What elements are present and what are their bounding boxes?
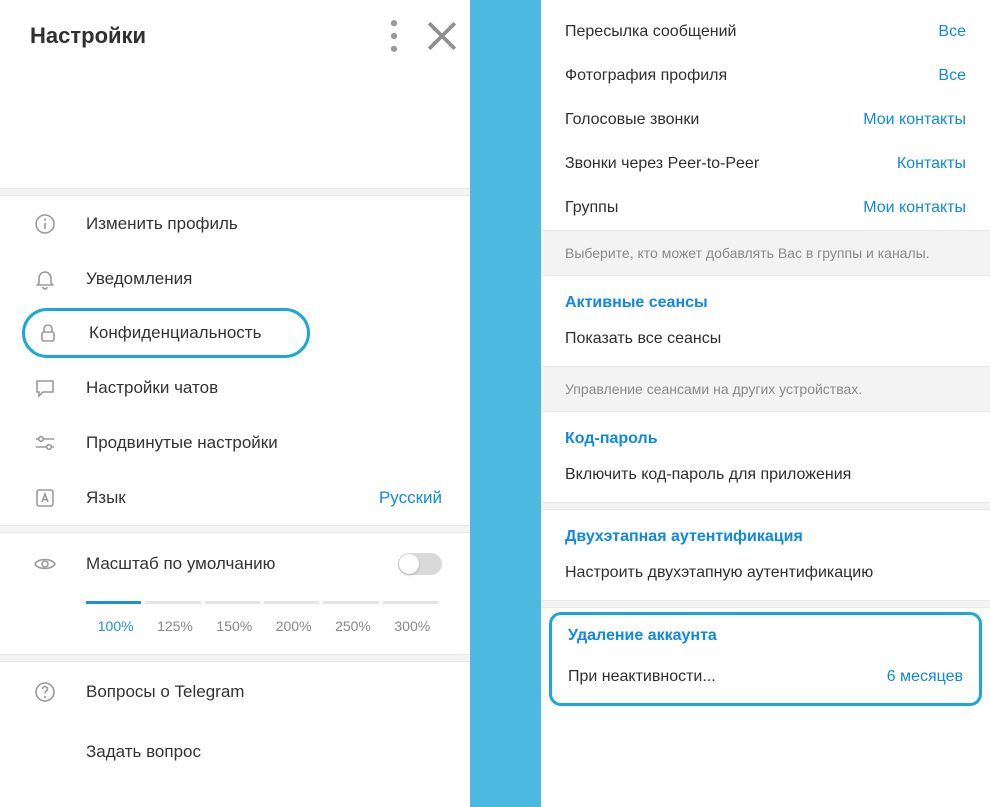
twostep-title: Двухэтапная аутентификация	[541, 510, 990, 558]
more-vertical-icon	[370, 14, 418, 58]
privacy-forwarding-row[interactable]: Пересылка сообщений Все	[541, 10, 990, 54]
row-label: Звонки через Peer-to-Peer	[565, 155, 897, 173]
faq-item[interactable]: Вопросы о Telegram	[0, 662, 470, 722]
delete-account-section: Удаление аккаунта При неактивности... 6 …	[549, 612, 982, 706]
scale-value[interactable]: 250%	[323, 618, 382, 634]
ask-label: Задать вопрос	[86, 742, 442, 762]
show-sessions-button[interactable]: Показать все сеансы	[541, 324, 990, 366]
notifications-item[interactable]: Уведомления	[0, 251, 470, 306]
language-label: Язык	[86, 488, 379, 508]
privacy-photo-row[interactable]: Фотография профиля Все	[541, 54, 990, 98]
help-section: Вопросы о Telegram Задать вопрос	[0, 662, 470, 782]
language-item[interactable]: Язык Русский	[0, 470, 470, 525]
profile-area	[0, 72, 470, 188]
row-value: Мои контакты	[863, 111, 966, 129]
scale-value[interactable]: 300%	[383, 618, 442, 634]
chat-settings-label: Настройки чатов	[86, 378, 442, 398]
edit-profile-item[interactable]: Изменить профиль	[0, 196, 470, 251]
bell-icon	[30, 264, 60, 294]
sliders-icon	[30, 428, 60, 458]
scale-value[interactable]: 150%	[205, 618, 264, 634]
ask-item[interactable]: Задать вопрос	[0, 722, 470, 782]
privacy-settings-panel: Пересылка сообщений Все Фотография профи…	[541, 0, 990, 807]
privacy-item[interactable]: Конфиденциальность	[22, 308, 310, 358]
scale-track[interactable]	[86, 601, 442, 604]
language-icon	[30, 483, 60, 513]
row-value: Все	[938, 67, 966, 85]
scale-label: Масштаб по умолчанию	[86, 554, 398, 574]
groups-note: Выберите, кто может добавлять Вас в груп…	[541, 230, 990, 276]
settings-header: Настройки	[0, 0, 470, 72]
close-icon	[418, 14, 466, 58]
scale-value[interactable]: 125%	[145, 618, 204, 634]
settings-title: Настройки	[30, 23, 370, 49]
row-value: Все	[938, 23, 966, 41]
help-icon	[30, 677, 60, 707]
faq-label: Вопросы о Telegram	[86, 682, 442, 702]
passcode-title: Код-пароль	[541, 412, 990, 460]
delete-title: Удаление аккаунта	[552, 615, 979, 657]
eye-icon	[30, 549, 60, 579]
close-button[interactable]	[418, 14, 466, 58]
delete-inactivity-row[interactable]: При неактивности... 6 месяцев	[552, 657, 979, 697]
separator	[541, 600, 990, 608]
chat-icon	[30, 373, 60, 403]
lock-icon	[33, 318, 63, 348]
scale-value[interactable]: 100%	[86, 618, 145, 634]
sessions-note: Управление сеансами на других устройства…	[541, 366, 990, 412]
separator	[0, 525, 470, 533]
privacy-label: Конфиденциальность	[89, 323, 279, 343]
scale-toggle[interactable]	[398, 553, 442, 575]
row-label: Группы	[565, 199, 863, 217]
row-value: Мои контакты	[863, 199, 966, 217]
notifications-label: Уведомления	[86, 269, 442, 289]
separator	[0, 188, 470, 196]
chat-settings-item[interactable]: Настройки чатов	[0, 360, 470, 415]
settings-panel: Настройки Изменить профиль Уведомления	[0, 0, 470, 807]
enable-passcode-button[interactable]: Включить код-пароль для приложения	[541, 460, 990, 502]
row-label: Пересылка сообщений	[565, 23, 938, 41]
row-value: 6 месяцев	[887, 668, 963, 686]
row-value: Контакты	[897, 155, 966, 173]
setup-twostep-button[interactable]: Настроить двухэтапную аутентификацию	[541, 558, 990, 600]
separator	[0, 654, 470, 662]
separator	[541, 502, 990, 510]
toggle-knob	[399, 554, 419, 574]
sessions-title: Активные сеансы	[541, 276, 990, 324]
scale-value[interactable]: 200%	[264, 618, 323, 634]
privacy-groups-row[interactable]: Группы Мои контакты	[541, 186, 990, 230]
row-label: Фотография профиля	[565, 67, 938, 85]
privacy-voice-calls-row[interactable]: Голосовые звонки Мои контакты	[541, 98, 990, 142]
blank-icon	[30, 737, 60, 767]
scale-section: Масштаб по умолчанию 100% 125% 150% 200%…	[0, 533, 470, 654]
row-label: Голосовые звонки	[565, 111, 863, 129]
advanced-item[interactable]: Продвинутые настройки	[0, 415, 470, 470]
info-icon	[30, 209, 60, 239]
privacy-p2p-row[interactable]: Звонки через Peer-to-Peer Контакты	[541, 142, 990, 186]
row-label: При неактивности...	[568, 668, 887, 686]
scale-values: 100% 125% 150% 200% 250% 300%	[86, 618, 442, 634]
more-button[interactable]	[370, 14, 418, 58]
language-value: Русский	[379, 488, 442, 508]
advanced-label: Продвинутые настройки	[86, 433, 442, 453]
edit-profile-label: Изменить профиль	[86, 214, 442, 234]
